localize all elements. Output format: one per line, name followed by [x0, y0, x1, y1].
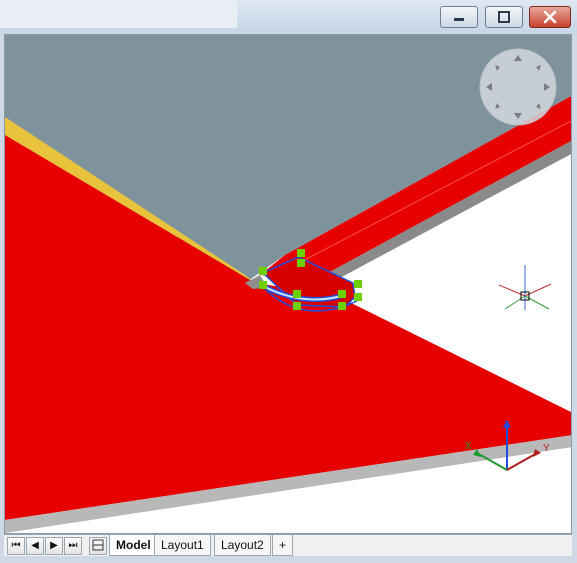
- tab-layout1[interactable]: Layout1: [154, 535, 211, 556]
- grip-handle[interactable]: [293, 290, 301, 298]
- tab-add-layout[interactable]: +: [272, 535, 294, 556]
- minimize-button[interactable]: [440, 6, 478, 28]
- window-bottom-border: [0, 556, 577, 563]
- layout-toggle-button[interactable]: [89, 537, 107, 555]
- grip-handle[interactable]: [293, 302, 301, 310]
- minimize-icon: [454, 18, 464, 21]
- maximize-icon: [498, 11, 510, 23]
- previous-tab-button[interactable]: ◀: [26, 537, 44, 555]
- last-tab-button[interactable]: ⏭: [64, 537, 82, 555]
- grip-handle[interactable]: [354, 293, 362, 301]
- close-button[interactable]: [529, 6, 571, 28]
- title-area: [0, 0, 237, 28]
- navigation-wheel[interactable]: [479, 48, 557, 126]
- maximize-button[interactable]: [485, 6, 523, 28]
- grip-handle[interactable]: [338, 302, 346, 310]
- ucs-y-label: Y: [543, 443, 550, 454]
- scene-canvas: Z X Y: [5, 35, 571, 533]
- close-icon: [543, 10, 557, 24]
- grip-handle[interactable]: [297, 259, 305, 267]
- layout-list-icon: [92, 539, 104, 551]
- ucs-x-label: X: [465, 441, 472, 452]
- grip-handle[interactable]: [338, 290, 346, 298]
- grip-handle[interactable]: [259, 267, 267, 275]
- layout-tab-bar: ⏮ ◀ ▶ ⏭ Model Layout1 Layout2 +: [4, 534, 572, 556]
- grip-handle[interactable]: [259, 281, 267, 289]
- tab-layout2[interactable]: Layout2: [214, 535, 271, 556]
- ucs-z-label: Z: [503, 420, 509, 431]
- next-tab-button[interactable]: ▶: [45, 537, 63, 555]
- first-tab-button[interactable]: ⏮: [7, 537, 25, 555]
- grip-handle[interactable]: [297, 249, 305, 257]
- grip-handle[interactable]: [354, 280, 362, 288]
- tab-model[interactable]: Model: [109, 535, 158, 556]
- model-viewport[interactable]: Z X Y: [4, 34, 572, 534]
- window-title-bar: [0, 0, 577, 34]
